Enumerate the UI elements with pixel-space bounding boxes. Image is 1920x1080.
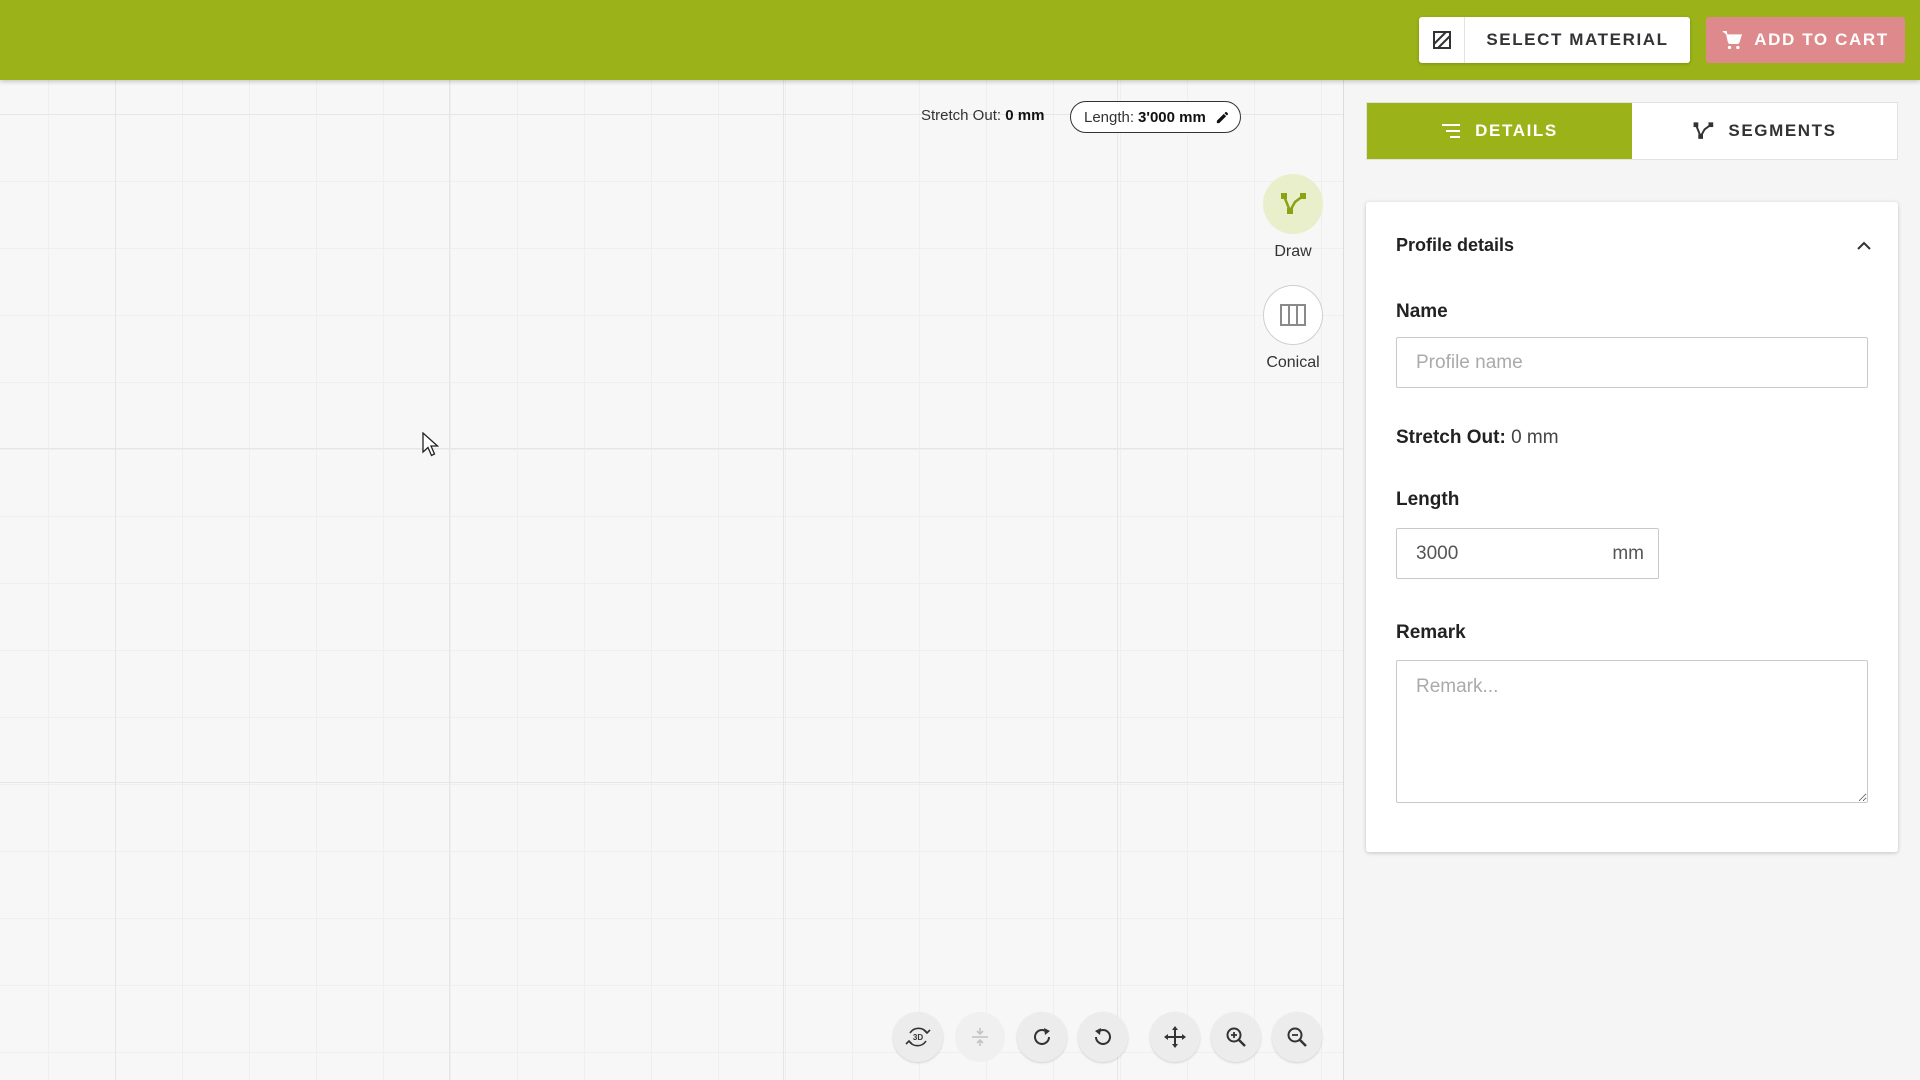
list-lines-icon	[1441, 123, 1461, 139]
material-icon	[1419, 17, 1465, 63]
canvas-bottom-toolbar: 3D	[0, 1012, 1344, 1068]
flip-vertical-button[interactable]	[955, 1012, 1005, 1062]
add-to-cart-label: ADD TO CART	[1754, 30, 1889, 49]
canvas-length-chip[interactable]: Length: 3'000 mm	[1070, 101, 1241, 133]
draw-tool-label: Draw	[1274, 243, 1312, 260]
canvas-stretch-out-label: Stretch Out:	[921, 107, 1002, 124]
segments-icon	[1692, 120, 1714, 142]
conical-tool-label: Conical	[1266, 354, 1320, 371]
length-unit: mm	[1612, 542, 1644, 564]
remark-label: Remark	[1396, 622, 1466, 643]
zoom-out-button[interactable]	[1272, 1012, 1322, 1062]
zoom-out-icon	[1286, 1026, 1308, 1048]
length-field: mm	[1396, 528, 1659, 579]
zoom-in-button[interactable]	[1211, 1012, 1261, 1062]
tab-segments[interactable]: SEGMENTS	[1632, 103, 1897, 159]
profile-details-title: Profile details	[1396, 235, 1515, 255]
name-label: Name	[1396, 301, 1448, 322]
pencil-icon	[1215, 110, 1230, 125]
remark-textarea[interactable]	[1396, 660, 1868, 803]
flip-vertical-icon	[969, 1026, 991, 1048]
profile-name-input[interactable]	[1396, 337, 1868, 388]
pan-move-icon	[1163, 1025, 1187, 1049]
rotate-clockwise-button[interactable]	[1017, 1012, 1067, 1062]
select-material-label: SELECT MATERIAL	[1486, 30, 1669, 49]
zoom-in-icon	[1225, 1026, 1247, 1048]
draw-polyline-icon	[1263, 174, 1323, 234]
stretch-out-value: 0 mm	[1511, 427, 1559, 448]
rotate-3d-icon: 3D	[905, 1024, 931, 1050]
mouse-cursor-icon	[422, 431, 440, 463]
tab-segments-label: SEGMENTS	[1728, 121, 1837, 140]
canvas-length-value: 3'000 mm	[1138, 108, 1206, 126]
conical-columns-icon	[1263, 285, 1323, 345]
canvas-stretch-out-value: 0 mm	[1005, 107, 1045, 124]
draw-tool[interactable]: Draw	[1253, 174, 1333, 261]
rotate-clockwise-icon	[1031, 1026, 1053, 1048]
tab-details-label: DETAILS	[1475, 121, 1558, 140]
length-input[interactable]	[1397, 529, 1613, 578]
add-to-cart-button[interactable]: ADD TO CART	[1706, 17, 1905, 63]
stretch-out-info: Stretch Out: 0 mm	[1396, 427, 1559, 449]
tab-details[interactable]: DETAILS	[1367, 103, 1632, 159]
svg-text:3D: 3D	[913, 1033, 923, 1042]
profile-details-header[interactable]: Profile details	[1396, 235, 1872, 256]
rotate-counterclockwise-icon	[1092, 1026, 1114, 1048]
panel-tabs: DETAILS SEGMENTS	[1366, 102, 1898, 160]
canvas-length-label: Length:	[1084, 108, 1135, 126]
rotate-3d-button[interactable]: 3D	[893, 1012, 943, 1062]
canvas-stretch-out-info: Stretch Out: 0 mm	[921, 107, 1044, 124]
stretch-out-label: Stretch Out:	[1396, 427, 1506, 448]
profile-details-card: Profile details Name Stretch Out: 0 mm L…	[1366, 202, 1898, 852]
drawing-canvas[interactable]: Stretch Out: 0 mm Length: 3'000 mm Draw	[0, 80, 1344, 1080]
length-label: Length	[1396, 489, 1460, 510]
top-bar: SELECT MATERIAL ADD TO CART	[0, 0, 1920, 80]
pan-move-button[interactable]	[1150, 1012, 1200, 1062]
cart-icon	[1722, 30, 1743, 50]
right-panel: DETAILS SEGMENTS Profile details Name Pr…	[1345, 80, 1920, 1080]
chevron-up-icon	[1856, 241, 1872, 251]
select-material-button[interactable]: SELECT MATERIAL	[1419, 17, 1690, 63]
rotate-counterclockwise-button[interactable]	[1078, 1012, 1128, 1062]
conical-tool[interactable]: Conical	[1253, 285, 1333, 372]
